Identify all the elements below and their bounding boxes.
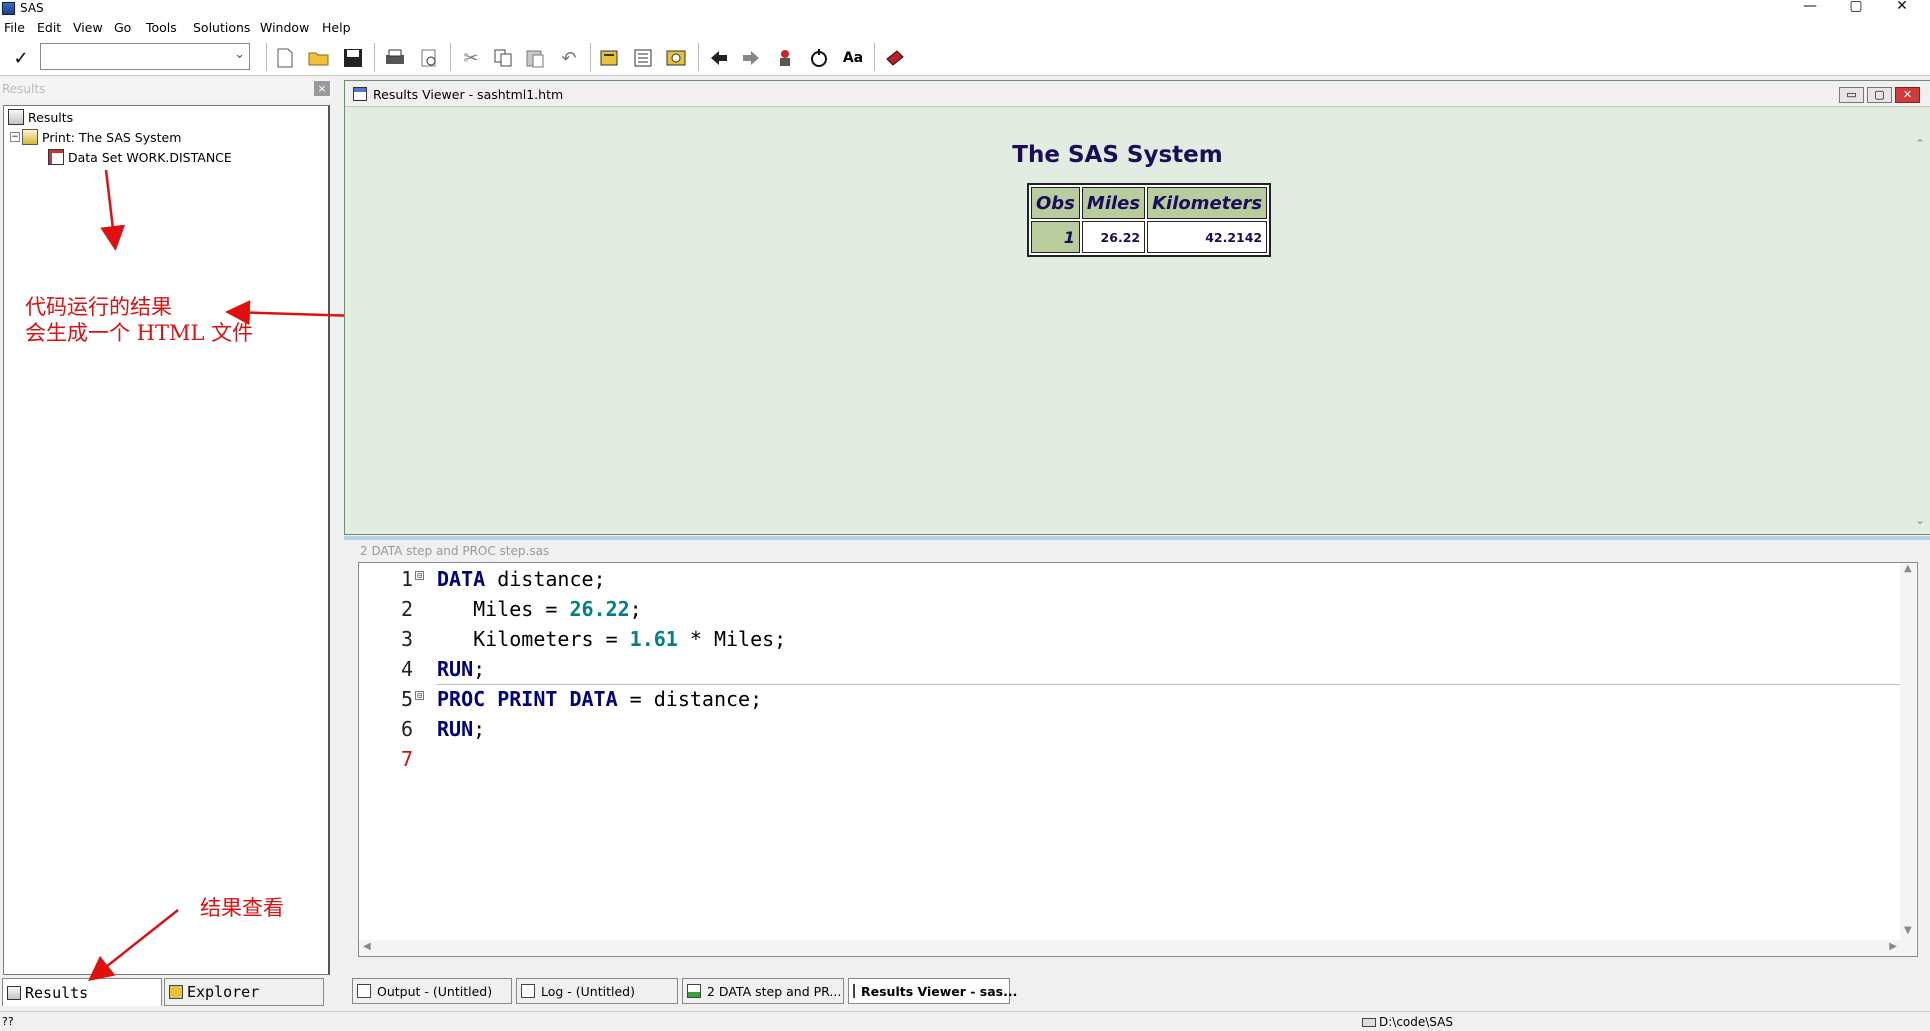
- arrow-to-results-tab: [88, 909, 179, 982]
- code-text: Kilometers = 1.61 * Miles;: [437, 627, 786, 651]
- window-tab-log-label: Log - (Untitled): [541, 983, 635, 999]
- editor-vertical-scrollbar[interactable]: ▲ ▼: [1900, 563, 1916, 956]
- scroll-down-icon[interactable]: ⌄: [1915, 513, 1925, 527]
- scroll-right-icon[interactable]: ▶: [1889, 941, 1897, 952]
- column-header-miles: Miles: [1081, 187, 1146, 219]
- code-keyword: RUN: [437, 657, 474, 681]
- code-token: ;: [473, 657, 486, 681]
- output-window-icon: [357, 984, 371, 998]
- line-number: 3: [400, 627, 413, 651]
- editor-horizontal-scrollbar[interactable]: ◀ ▶: [359, 940, 1901, 956]
- procedure-separator: [437, 684, 1903, 685]
- window-tab-editor-label: 2 DATA step and PR...: [707, 983, 842, 999]
- code-token: = distance;: [617, 687, 763, 711]
- arrow-to-dataset: [100, 169, 126, 251]
- window-tab-log[interactable]: Log - (Untitled): [516, 978, 678, 1004]
- mdi-restore-button[interactable]: ▢: [1867, 87, 1892, 103]
- cell-kilometers: 42.2142: [1147, 221, 1268, 253]
- code-text: DATA distance;: [437, 567, 606, 591]
- window-tab-output-label: Output - (Untitled): [377, 983, 493, 999]
- code-keyword: DATA: [437, 567, 486, 591]
- code-token: ;: [473, 717, 486, 741]
- current-folder[interactable]: D:\code\SAS: [1362, 1015, 1453, 1029]
- scroll-up-icon[interactable]: ⌃: [1915, 137, 1925, 151]
- table-row: 1 26.22 42.2142: [1031, 221, 1268, 253]
- window-tab-output[interactable]: Output - (Untitled): [352, 978, 512, 1004]
- mdi-close-button[interactable]: ✕: [1895, 87, 1920, 103]
- code-text: PROC PRINT DATA = distance;: [437, 687, 762, 711]
- cell-miles: 26.22: [1081, 221, 1146, 253]
- current-folder-path: D:\code\SAS: [1379, 1015, 1453, 1029]
- code-token: distance;: [485, 567, 606, 591]
- code-token: Miles =: [437, 597, 570, 621]
- code-text: RUN;: [437, 717, 485, 741]
- results-viewer-title: Results Viewer - sashtml1.htm: [373, 87, 564, 102]
- results-viewer-content: The SAS System Obs Miles Kilometers 1 26…: [345, 107, 1930, 534]
- code-number: 1.61: [629, 627, 678, 651]
- window-tab-results-viewer-label: Results Viewer - sas...: [861, 983, 1018, 999]
- line-number: 1: [400, 567, 413, 591]
- scroll-down-icon[interactable]: ▼: [1904, 925, 1912, 936]
- drive-icon: [1362, 1017, 1376, 1027]
- status-bar: ?? D:\code\SAS: [0, 1011, 1930, 1031]
- code-number: 26.22: [569, 597, 630, 621]
- report-header-row: Obs Miles Kilometers: [1031, 187, 1268, 219]
- code-keyword: PROC PRINT DATA: [437, 687, 618, 711]
- code-token: ;: [629, 597, 642, 621]
- window-tabs-bar: Output - (Untitled) Log - (Untitled) 2 D…: [344, 974, 1930, 1008]
- code-token: * Miles;: [677, 627, 787, 651]
- viewer-scrollbar[interactable]: ⌃ ⌄: [1914, 137, 1930, 527]
- report-title: The SAS System: [1012, 142, 1223, 168]
- editor-window-icon: [687, 984, 701, 998]
- report-table: Obs Miles Kilometers 1 26.22 42.2142: [1027, 183, 1272, 257]
- column-header-obs: Obs: [1031, 187, 1080, 219]
- mdi-minimize-button[interactable]: ▭: [1839, 87, 1864, 103]
- fold-toggle-icon[interactable]: ⊟: [415, 691, 424, 700]
- results-viewer-titlebar: Results Viewer - sashtml1.htm ▭ ▢ ✕: [345, 81, 1930, 107]
- line-number: 2: [400, 597, 413, 621]
- code-token: Kilometers =: [437, 627, 630, 651]
- code-text: Miles = 26.22;: [437, 597, 642, 621]
- code-keyword: RUN: [437, 717, 474, 741]
- line-number: 6: [400, 717, 413, 741]
- editor-title: 2 DATA step and PROC step.sas: [360, 544, 550, 558]
- column-header-kilometers: Kilometers: [1147, 187, 1268, 219]
- results-viewer-window: Results Viewer - sashtml1.htm ▭ ▢ ✕ The …: [344, 80, 1930, 535]
- status-message: ??: [2, 1015, 14, 1028]
- cell-obs: 1: [1031, 221, 1080, 253]
- scroll-up-icon[interactable]: ▲: [1904, 563, 1912, 574]
- line-number: 5: [400, 687, 413, 711]
- results-viewer-icon: [353, 87, 367, 101]
- results-viewer-tab-icon: [853, 984, 855, 998]
- line-number: 4: [400, 657, 413, 681]
- fold-toggle-icon[interactable]: ⊟: [415, 571, 424, 580]
- code-editor[interactable]: ▲ ▼ ◀ ▶ 1 ⊟ DATA distance; 2 Miles = 26.22;…: [358, 562, 1918, 957]
- window-tab-results-viewer[interactable]: Results Viewer - sas...: [848, 978, 1017, 1004]
- line-number: 7: [400, 747, 413, 771]
- program-editor-window: 2 DATA step and PROC step.sas ▲ ▼ ◀ ▶ 1 ⊟…: [344, 536, 1930, 968]
- log-window-icon: [521, 984, 535, 998]
- code-text: RUN;: [437, 657, 485, 681]
- scroll-left-icon[interactable]: ◀: [363, 941, 371, 952]
- window-tab-editor[interactable]: 2 DATA step and PR...: [682, 978, 844, 1004]
